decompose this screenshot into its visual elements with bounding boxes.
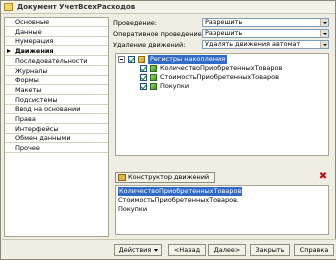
sidebar-item-rights[interactable]: Права	[5, 115, 108, 124]
delete-movements-select[interactable]: Удалять движения автомат	[202, 40, 329, 49]
clear-icon[interactable]: ✖	[317, 172, 329, 183]
sidebar-item-journals[interactable]: Журналы	[5, 67, 108, 76]
checkbox-icon[interactable]	[140, 83, 147, 90]
constructor-label: Конструктор движений	[128, 173, 210, 181]
sidebar-item-main[interactable]: Основные	[5, 18, 108, 27]
actions-button[interactable]: Действия	[114, 244, 162, 256]
back-button[interactable]: <Назад	[168, 244, 206, 256]
text-line: СтоимостьПриобретенныхТоваров.	[118, 196, 239, 204]
text-line: КоличествоПриобретенныхТоваров	[118, 187, 243, 196]
chevron-down-icon[interactable]	[320, 30, 328, 37]
sidebar-item-subsystems[interactable]: Подсистемы	[5, 96, 108, 105]
sidebar-item-forms[interactable]: Формы	[5, 76, 108, 86]
text-line: Покупки	[118, 205, 148, 213]
sidebar-item-numbering[interactable]: Нумерация	[5, 37, 108, 47]
chevron-down-icon[interactable]	[320, 41, 328, 48]
sidebar-item-label: Движения	[15, 47, 54, 56]
registers-tree: Регистры накопления КоличествоПриобретен…	[115, 53, 329, 156]
sidebar-item-templates[interactable]: Макеты	[5, 86, 108, 95]
movements-text-area[interactable]: КоличествоПриобретенныхТоваров Стоимость…	[115, 185, 329, 235]
window-title: Документ УчетВсехРасходов	[17, 3, 136, 11]
realtime-posting-label: Оперативное проведение:	[113, 30, 204, 38]
sidebar-item-movements[interactable]: Движения	[5, 47, 108, 57]
sidebar: Основные Данные Нумерация Движения После…	[4, 17, 109, 237]
tree-item-label: КоличествоПриобретенныхТоваров	[160, 64, 283, 72]
register-icon	[150, 74, 157, 81]
chevron-down-icon	[154, 249, 158, 252]
checkbox-icon[interactable]	[128, 56, 135, 63]
sidebar-item-data-exchange[interactable]: Обмен данными	[5, 134, 108, 144]
collapse-icon[interactable]	[118, 56, 125, 63]
movements-constructor-button[interactable]: Конструктор движений	[115, 172, 215, 183]
chevron-down-icon[interactable]	[320, 19, 328, 26]
close-button[interactable]: Закрыть	[250, 244, 290, 256]
register-icon	[150, 83, 157, 90]
help-button[interactable]: Справка	[294, 244, 334, 256]
checkbox-icon[interactable]	[140, 65, 147, 72]
realtime-posting-select[interactable]: Разрешить	[202, 29, 329, 38]
realtime-posting-value: Разрешить	[205, 29, 243, 37]
sidebar-item-interfaces[interactable]: Интерфейсы	[5, 125, 108, 134]
delete-movements-value: Удалять движения автомат	[205, 40, 301, 48]
posting-value: Разрешить	[205, 18, 243, 26]
posting-select[interactable]: Разрешить	[202, 18, 329, 27]
posting-label: Проведение:	[113, 19, 157, 27]
sidebar-item-other[interactable]: Прочее	[5, 144, 108, 154]
sidebar-item-data[interactable]: Данные	[5, 28, 108, 37]
active-arrow-icon	[7, 49, 11, 54]
title-bar: Документ УчетВсехРасходов	[1, 1, 335, 14]
sidebar-item-sequences[interactable]: Последовательности	[5, 57, 108, 66]
constructor-icon	[118, 174, 126, 181]
register-group-icon	[138, 56, 145, 63]
button-bar: Действия <Назад Далее> Закрыть Справка	[2, 239, 336, 259]
checkbox-icon[interactable]	[140, 74, 147, 81]
actions-label: Действия	[118, 246, 152, 254]
tree-item-label: СтоимостьПриобретенныхТоваров	[160, 73, 279, 81]
register-icon	[150, 65, 157, 72]
main-panel: Проведение: Разрешить Оперативное провед…	[113, 17, 333, 237]
tree-item-label: Покупки	[160, 82, 190, 90]
next-button[interactable]: Далее>	[208, 244, 246, 256]
tree-root-label: Регистры накопления	[148, 55, 228, 64]
document-icon	[4, 3, 13, 11]
sidebar-item-input-based[interactable]: Ввод на основании	[5, 105, 108, 115]
document-window: Документ УчетВсехРасходов Основные Данны…	[0, 0, 336, 260]
delete-movements-label: Удаление движений:	[113, 41, 186, 49]
